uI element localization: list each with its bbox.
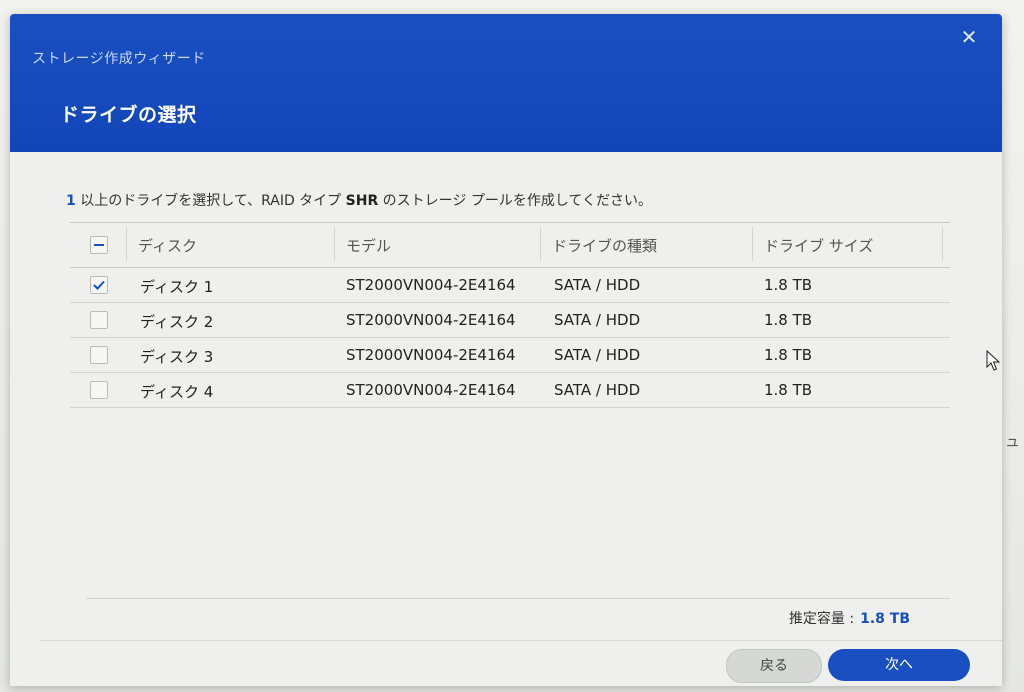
step-title: ドライブの選択 <box>60 104 197 126</box>
next-button[interactable]: 次へ <box>828 649 970 681</box>
disk-name: ディスク 4 <box>140 383 214 401</box>
table-row[interactable]: ディスク 2 ST2000VN004-2E4164 SATA / HDD 1.8… <box>70 303 950 338</box>
estimated-capacity: 推定容量 : 1.8 TB <box>789 608 910 628</box>
column-separator <box>540 227 541 261</box>
disk-type: SATA / HDD <box>554 346 641 364</box>
disk-1-checkbox[interactable] <box>90 276 108 294</box>
instruction-part2: のストレージ プールを作成してください。 <box>378 193 653 209</box>
disk-name: ディスク 2 <box>140 313 214 331</box>
column-header-size[interactable]: ドライブ サイズ <box>764 235 873 256</box>
capacity-label: 推定容量 : <box>788 611 855 627</box>
select-all-checkbox[interactable] <box>90 236 108 254</box>
back-button[interactable]: 戻る <box>726 649 822 683</box>
disk-type: SATA / HDD <box>554 311 641 329</box>
disk-model: ST2000VN004-2E4164 <box>346 381 516 399</box>
column-header-type[interactable]: ドライブの種類 <box>552 235 657 256</box>
storage-wizard-dialog: ストレージ作成ウィザード ✕ ドライブの選択 1 以上のドライブを選択して、RA… <box>10 14 1002 686</box>
disk-4-checkbox[interactable] <box>90 381 108 399</box>
disk-size: 1.8 TB <box>764 346 813 364</box>
disk-model: ST2000VN004-2E4164 <box>346 311 516 329</box>
disk-3-checkbox[interactable] <box>90 346 108 364</box>
instruction-count: 1 <box>66 193 76 209</box>
wizard-title: ストレージ作成ウィザード <box>32 51 206 67</box>
table-row[interactable]: ディスク 3 ST2000VN004-2E4164 SATA / HDD 1.8… <box>70 338 950 373</box>
instruction-text: 1 以上のドライブを選択して、RAID タイプ SHR のストレージ プールを作… <box>66 190 652 210</box>
column-header-disk[interactable]: ディスク <box>138 235 197 256</box>
mouse-cursor-icon <box>986 350 1001 371</box>
disk-size: 1.8 TB <box>764 311 813 329</box>
instruction-part1: 以上のドライブを選択して、RAID タイプ <box>75 193 346 209</box>
disk-model: ST2000VN004-2E4164 <box>346 346 516 364</box>
column-separator <box>334 227 335 261</box>
indeterminate-icon <box>94 244 104 246</box>
column-separator <box>126 227 127 261</box>
divider <box>86 598 950 599</box>
capacity-value: 1.8 TB <box>860 611 910 627</box>
column-separator <box>752 227 753 261</box>
disk-2-checkbox[interactable] <box>90 311 108 329</box>
dialog-content: 1 以上のドライブを選択して、RAID タイプ SHR のストレージ プールを作… <box>10 152 1002 686</box>
disk-model: ST2000VN004-2E4164 <box>346 276 516 294</box>
disk-name: ディスク 1 <box>140 278 214 296</box>
footer-divider <box>40 640 1002 641</box>
disk-type: SATA / HDD <box>554 276 641 294</box>
disk-size: 1.8 TB <box>764 276 813 294</box>
column-header-model[interactable]: モデル <box>346 235 391 256</box>
table-row[interactable]: ディスク 1 ST2000VN004-2E4164 SATA / HDD 1.8… <box>70 268 950 303</box>
table-header: ディスク モデル ドライブの種類 ドライブ サイズ <box>70 222 950 268</box>
drive-table: ディスク モデル ドライブの種類 ドライブ サイズ ディスク 1 ST2000V… <box>70 222 950 408</box>
disk-name: ディスク 3 <box>140 348 214 366</box>
disk-size: 1.8 TB <box>764 381 813 399</box>
raid-type: SHR <box>345 193 379 209</box>
checkmark-icon <box>93 280 105 290</box>
disk-type: SATA / HDD <box>554 381 641 399</box>
column-separator <box>942 227 943 261</box>
dialog-header: ストレージ作成ウィザード ✕ ドライブの選択 <box>10 14 1002 152</box>
close-icon[interactable]: ✕ <box>958 26 980 48</box>
table-row[interactable]: ディスク 4 ST2000VN004-2E4164 SATA / HDD 1.8… <box>70 373 950 408</box>
